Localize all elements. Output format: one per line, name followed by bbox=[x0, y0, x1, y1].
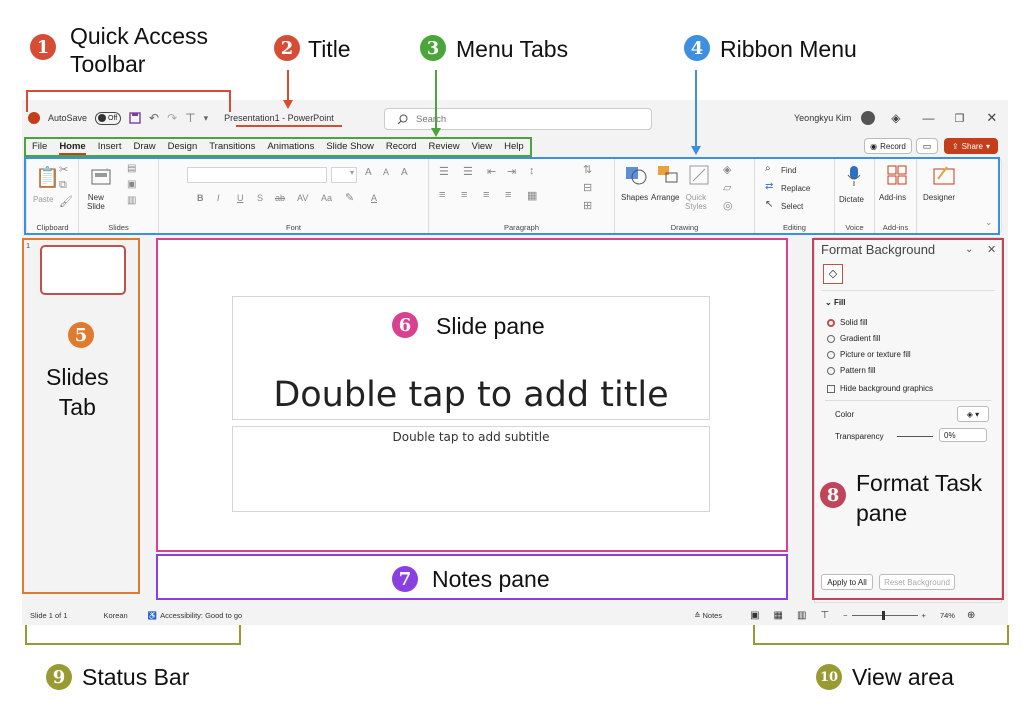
share-button[interactable]: ⇪ Share ▾ bbox=[944, 138, 998, 154]
label-notes-pane: Notes pane bbox=[432, 566, 550, 592]
label-status-bar: Status Bar bbox=[82, 664, 190, 690]
badge-slides-tab: 5 bbox=[68, 322, 94, 348]
label-ribbon: Ribbon Menu bbox=[720, 36, 857, 62]
badge-slide-pane: 6 bbox=[392, 312, 418, 338]
minimize-icon[interactable]: — bbox=[922, 111, 934, 125]
label-slide-pane: Slide pane bbox=[436, 313, 545, 339]
zoom-level[interactable]: 74% bbox=[940, 611, 955, 620]
language[interactable]: Korean bbox=[104, 611, 128, 620]
status-bar-bracket bbox=[25, 625, 241, 645]
autosave-label: AutoSave bbox=[48, 113, 88, 123]
badge-notes-pane: 7 bbox=[392, 566, 418, 592]
restore-icon[interactable]: ❐ bbox=[954, 112, 964, 125]
badge-format-pane: 8 bbox=[820, 482, 846, 508]
user-name: Yeongkyu Kim bbox=[794, 113, 852, 123]
record-icon: ◉ bbox=[870, 141, 878, 151]
reading-view-icon[interactable]: ▥ bbox=[797, 610, 806, 621]
slide-sorter-icon[interactable]: ▦ bbox=[774, 610, 783, 621]
label-view-area: View area bbox=[852, 664, 954, 690]
label-menu-tabs: Menu Tabs bbox=[456, 36, 569, 62]
customize-qat-icon[interactable]: ▾ bbox=[204, 113, 209, 124]
view-area-bracket bbox=[753, 625, 1009, 645]
title-arrow bbox=[283, 70, 293, 109]
record-button[interactable]: ◉ Record bbox=[864, 138, 912, 154]
ribbon-arrow bbox=[691, 70, 701, 155]
premium-diamond-icon[interactable]: ◈ bbox=[891, 111, 900, 125]
badge-view-area: 10 bbox=[816, 664, 842, 690]
menu-tabs-box bbox=[24, 137, 532, 157]
ribbon-box bbox=[24, 157, 1000, 235]
search-box[interactable]: Search bbox=[384, 108, 652, 130]
notes-icon: ≙ bbox=[694, 610, 701, 620]
badge-quick-access: 1 bbox=[30, 34, 56, 60]
notes-button[interactable]: Notes bbox=[702, 611, 722, 620]
close-icon[interactable]: ✕ bbox=[986, 110, 997, 126]
menu-tabs-arrow bbox=[431, 70, 441, 137]
badge-ribbon: 4 bbox=[684, 35, 710, 61]
label-title: Title bbox=[308, 36, 351, 62]
badge-menu-tabs: 3 bbox=[420, 35, 446, 61]
zoom-in-icon[interactable]: + bbox=[922, 611, 926, 620]
fit-to-window-icon[interactable]: ⊕ bbox=[967, 610, 975, 621]
title-underline bbox=[236, 125, 342, 127]
badge-title: 2 bbox=[274, 35, 300, 61]
search-icon bbox=[397, 114, 408, 124]
slide-count: Slide 1 of 1 bbox=[30, 610, 68, 620]
label-format-pane: Format Task pane bbox=[856, 468, 983, 528]
avatar[interactable] bbox=[861, 111, 876, 125]
badge-status-bar: 9 bbox=[46, 664, 72, 690]
quick-access-bracket bbox=[26, 90, 231, 112]
comments-button[interactable]: ▭ bbox=[916, 138, 938, 154]
zoom-slider[interactable] bbox=[851, 610, 918, 620]
zoom-out-icon[interactable]: − bbox=[843, 611, 847, 620]
status-bar: Slide 1 of 1 Korean ♿ Accessibility: Goo… bbox=[22, 605, 1008, 625]
accessibility-icon: ♿ bbox=[147, 610, 158, 620]
slideshow-icon[interactable]: ⊤ bbox=[820, 610, 829, 621]
slide-pane-box bbox=[156, 238, 788, 552]
comment-icon: ▭ bbox=[922, 140, 932, 151]
normal-view-icon[interactable]: ▣ bbox=[750, 610, 759, 621]
format-pane-box bbox=[812, 238, 1004, 600]
share-icon: ⇪ bbox=[951, 141, 959, 151]
accessibility-status[interactable]: Accessibility: Good to go bbox=[160, 611, 242, 620]
label-slides-tab: Slides Tab bbox=[46, 364, 109, 420]
label-quick-access: Quick Access Toolbar bbox=[70, 23, 209, 77]
document-title: Presentation1 - PowerPoint bbox=[224, 113, 334, 123]
